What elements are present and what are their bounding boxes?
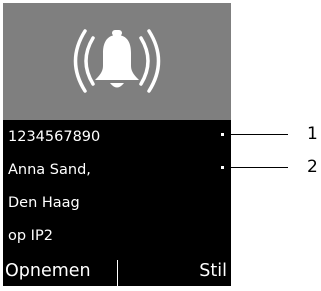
callout-number-1: 1: [307, 124, 318, 144]
caller-number: 1234567890: [8, 129, 101, 145]
answer-softkey[interactable]: Opnemen: [5, 257, 91, 286]
callout-line-2: [224, 167, 288, 168]
call-alert-header: [3, 3, 231, 120]
callout-number-2: 2: [307, 157, 318, 177]
caller-info: 1234567890 Anna Sand, Den Haag op IP2: [3, 120, 231, 257]
softkey-divider: [117, 260, 118, 286]
callout-line-1: [224, 134, 288, 135]
caller-name: Anna Sand,: [8, 162, 91, 178]
handset-screen: 1234567890 Anna Sand, Den Haag op IP2 Op…: [3, 3, 231, 286]
caller-location: Den Haag: [8, 195, 80, 211]
receiving-line: op IP2: [8, 228, 53, 244]
silence-softkey[interactable]: Stil: [199, 257, 227, 286]
softkey-bar: Opnemen Stil: [3, 257, 231, 286]
ringing-bell-icon: [73, 29, 161, 93]
